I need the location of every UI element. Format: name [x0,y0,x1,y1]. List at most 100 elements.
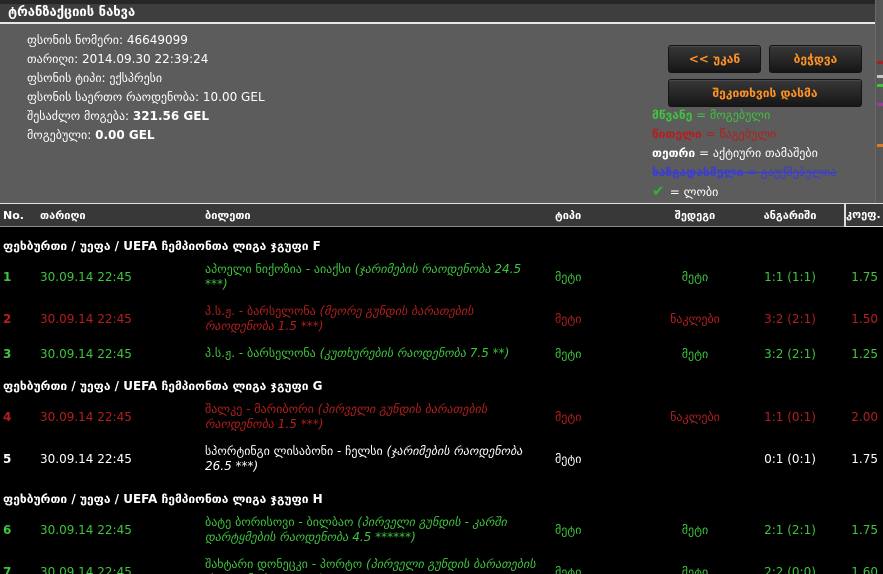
cell-result: ნაკლები [655,410,735,424]
cell-date: 30.09.14 22:45 [40,347,205,361]
table-header: No.თარიღიბილეთიტიპიშედეგიანგარიშიკოეფ. [0,203,883,227]
col-header-type: ტიპი [555,209,655,222]
league-group: ფეხბურთი / უეფა / UEFA ჩემპიონთა ლიგა ჯგ… [0,367,883,480]
info-line: თარიღი: 2014.09.30 22:39:24 [27,50,265,69]
bet-row: 430.09.14 22:45შალკე - მარიბორი (პირველი… [0,396,883,438]
cell-score: 1:1 (0:1) [735,410,845,424]
league-group: ფეხბურთი / უეფა / UEFA ჩემპიონთა ლიგა ჯგ… [0,480,883,574]
col-header-ticket: ბილეთი [205,209,555,222]
legend-term: წითელი [652,127,702,141]
bet-row: 730.09.14 22:45შახტარი დონეცკი - პორტო (… [0,551,883,574]
info-line: მოგებული: 0.00 GEL [27,126,265,145]
info-value: 321.56 GEL [133,109,209,123]
info-line: ფსონის ნომერი: 46649099 [27,31,265,50]
bet-row: 530.09.14 22:45სპორტინგი ლისაბონი - ჩელს… [0,438,883,480]
cell-date: 30.09.14 22:45 [40,565,205,574]
match-name: შალკე - მარიბორი [205,402,318,416]
match-name: ბატე ბორისოვი - ბილბაო [205,515,357,529]
info-label: ფსონის ტიპი: [27,71,109,85]
scroll-mark [877,75,883,78]
league-group-title: ფეხბურთი / უეფა / UEFA ჩემპიონთა ლიგა ჯგ… [0,480,883,509]
info-value: 0.00 GEL [95,128,154,142]
bet-info: ფსონის ნომერი: 46649099თარიღი: 2014.09.3… [27,31,265,145]
cell-no: 4 [0,410,40,424]
league-group-title: ფეხბურთი / უეფა / UEFA ჩემპიონთა ლიგა ჯგ… [0,227,883,256]
cell-no: 3 [0,347,40,361]
page-title: ტრანზაქციის ნახვა [0,4,875,24]
print-button[interactable]: ბეჭდვა [769,45,862,73]
cell-no: 5 [0,452,40,466]
cell-no: 1 [0,270,40,284]
cell-date: 30.09.14 22:45 [40,452,205,466]
legend-term: მწვანე [652,108,692,122]
cell-result: მეტი [655,347,735,361]
col-header-date: თარიღი [40,209,205,222]
cell-koef: 2.00 [845,410,883,424]
bet-row: 130.09.14 22:45აპოელი ნიქოზია - აიაქსი (… [0,256,883,298]
cell-type: მეტი [555,312,655,326]
bet-row: 230.09.14 22:45პ.ს.ჟ. - ბარსელონა (მეორე… [0,298,883,340]
bet-row: 630.09.14 22:45ბატე ბორისოვი - ბილბაო (პ… [0,509,883,551]
cell-ticket: პ.ს.ჟ. - ბარსელონა (კუთხურების რაოდენობა… [205,346,555,361]
cell-koef: 1.75 [845,270,883,284]
legend-desc: = ლობი [670,185,719,199]
cell-score: 3:2 (2:1) [735,312,845,326]
cell-result: ნაკლები [655,312,735,326]
info-value: ექსპრესი [109,71,162,85]
info-value: 46649099 [127,33,188,47]
info-value: 10.00 GEL [203,90,265,104]
info-line: ფსონის საერთო რაოდენობა: 10.00 GEL [27,88,265,107]
cell-koef: 1.25 [845,347,883,361]
cell-type: მეტი [555,347,655,361]
col-header-koef: კოეფ. [845,204,883,226]
info-label: შესაძლო მოგება: [27,109,133,123]
cell-no: 6 [0,523,40,537]
bet-detail: (კუთხურების რაოდენობა 7.5 **) [320,346,510,360]
legend-term: ხაზგადასმული [652,165,743,179]
check-icon: ✔ [652,182,670,200]
scroll-mark [877,84,883,87]
cell-koef: 1.75 [845,523,883,537]
info-label: ფსონის ნომერი: [27,33,127,47]
scroll-mark [877,61,883,64]
back-button[interactable]: << უკან [668,45,761,73]
legend-desc: = გაუქმებულია [743,165,836,179]
col-header-result: შედეგი [655,209,735,222]
cell-ticket: აპოელი ნიქოზია - აიაქსი (ჯარიმების რაოდე… [205,262,555,292]
ask-question-button[interactable]: შეკითხვის დასმა [668,79,862,107]
scroll-mark [877,103,883,106]
match-name: შახტარი დონეცკი - პორტო [205,557,366,571]
legend-line: ✔ = ლობი [652,182,836,202]
scroll-mark [877,144,883,147]
match-name: პ.ს.ჟ. - ბარსელონა [205,304,320,318]
cell-ticket: სპორტინგი ლისაბონი - ჩელსი (ჯარიმების რა… [205,444,555,474]
cell-type: მეტი [555,565,655,574]
legend: მწვანე = მოგებული წითელი = წაგებული თეთრი … [652,106,836,202]
cell-result: მეტი [655,523,735,537]
info-value: 2014.09.30 22:39:24 [82,52,208,66]
legend-line: მწვანე = მოგებული [652,106,836,125]
scrollbar[interactable] [875,0,883,204]
cell-date: 30.09.14 22:45 [40,312,205,326]
cell-ticket: შახტარი დონეცკი - პორტო (პირველი გუნდის … [205,557,555,574]
cell-no: 2 [0,312,40,326]
cell-score: 3:2 (2:1) [735,347,845,361]
cell-score: 2:2 (0:0) [735,565,845,574]
match-name: პ.ს.ჟ. - ბარსელონა [205,346,320,360]
cell-ticket: ბატე ბორისოვი - ბილბაო (პირველი გუნდის -… [205,515,555,545]
info-label: ფსონის საერთო რაოდენობა: [27,90,203,104]
cell-result: მეტი [655,270,735,284]
legend-line: თეთრი = აქტიური თამაშები [652,144,836,163]
summary-panel: ფსონის ნომერი: 46649099თარიღი: 2014.09.3… [0,24,875,203]
cell-type: მეტი [555,410,655,424]
legend-line: ხაზგადასმული = გაუქმებულია [652,163,836,182]
cell-date: 30.09.14 22:45 [40,270,205,284]
cell-koef: 1.60 [845,565,883,574]
info-label: მოგებული: [27,128,95,142]
legend-desc: = წაგებული [702,127,777,141]
cell-koef: 1.75 [845,452,883,466]
info-label: თარიღი: [27,52,82,66]
cell-no: 7 [0,565,40,574]
cell-date: 30.09.14 22:45 [40,410,205,424]
col-header-no: No. [0,209,40,222]
